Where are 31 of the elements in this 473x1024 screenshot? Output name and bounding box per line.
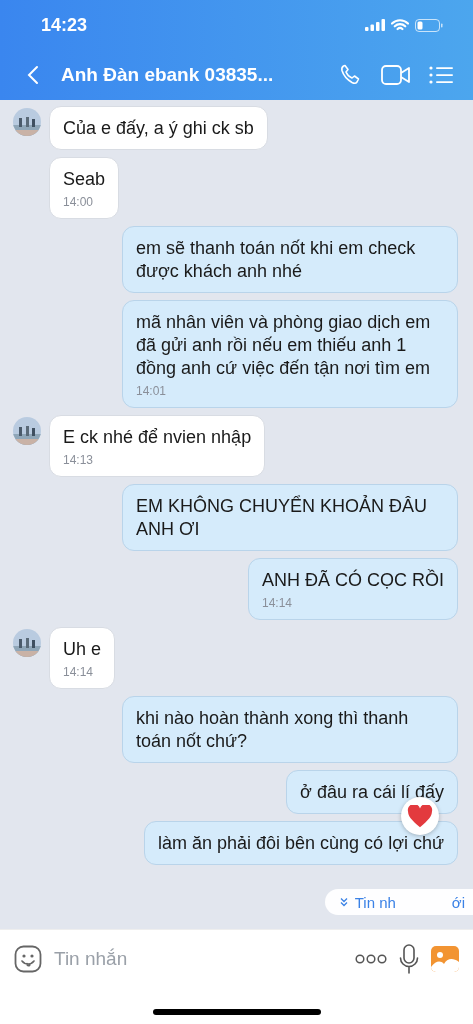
- message-text: khi nào hoàn thành xong thì thanh toán nốt chứ?: [136, 707, 410, 753]
- double-chevron-icon: [338, 897, 349, 907]
- battery-icon: [415, 18, 443, 32]
- menu-icon[interactable]: [429, 65, 453, 85]
- message-time: 14:14: [262, 596, 293, 610]
- message-text: mã nhân viên và phòng giao dịch em đã gửi anh rồi nếu em thiếu anh 1 đồng anh cứ việc đến tận nơi tìm em: [136, 311, 432, 380]
- message-text: EM KHÔNG CHUYỂN KHOẢN ĐÂU ANH ƠI: [136, 495, 429, 541]
- back-icon[interactable]: [27, 65, 39, 85]
- message-input[interactable]: Tin nhắn: [54, 948, 343, 970]
- microphone-icon[interactable]: [399, 944, 419, 974]
- message-time: 14:01: [136, 384, 168, 398]
- video-call-icon[interactable]: [381, 64, 411, 86]
- message-text: ANH ĐÃ CÓ CỌC RỒI: [262, 569, 444, 592]
- image-icon[interactable]: [431, 946, 459, 972]
- message-text: E ck nhé để nvien nhập: [63, 426, 252, 449]
- message-text: ở đâu ra cái lí đấy: [300, 781, 444, 804]
- message-text: làm ăn phải đôi bên cùng có lợi chứ: [157, 832, 444, 855]
- message-text: Seab: [63, 168, 106, 191]
- message-time: 14:00: [63, 195, 95, 209]
- status-time: 14:23: [41, 14, 88, 36]
- wifi-icon: [391, 18, 409, 32]
- message-text: em sẽ thanh toán nốt khi em check được khách anh nhé: [136, 237, 417, 283]
- new-messages-button[interactable]: Tin nh ới: [324, 889, 473, 915]
- more-icon[interactable]: [355, 954, 387, 964]
- chat-title: Anh Đàn ebank 03835...: [61, 64, 275, 86]
- message-text: Của e đấy, a ý ghi ck sb: [63, 117, 254, 140]
- message-time: 14:13: [63, 453, 95, 467]
- message-text: Uh e: [63, 638, 102, 661]
- sticker-icon[interactable]: [14, 945, 42, 973]
- message-time: 14:14: [63, 665, 95, 679]
- signal-icon: [365, 19, 385, 31]
